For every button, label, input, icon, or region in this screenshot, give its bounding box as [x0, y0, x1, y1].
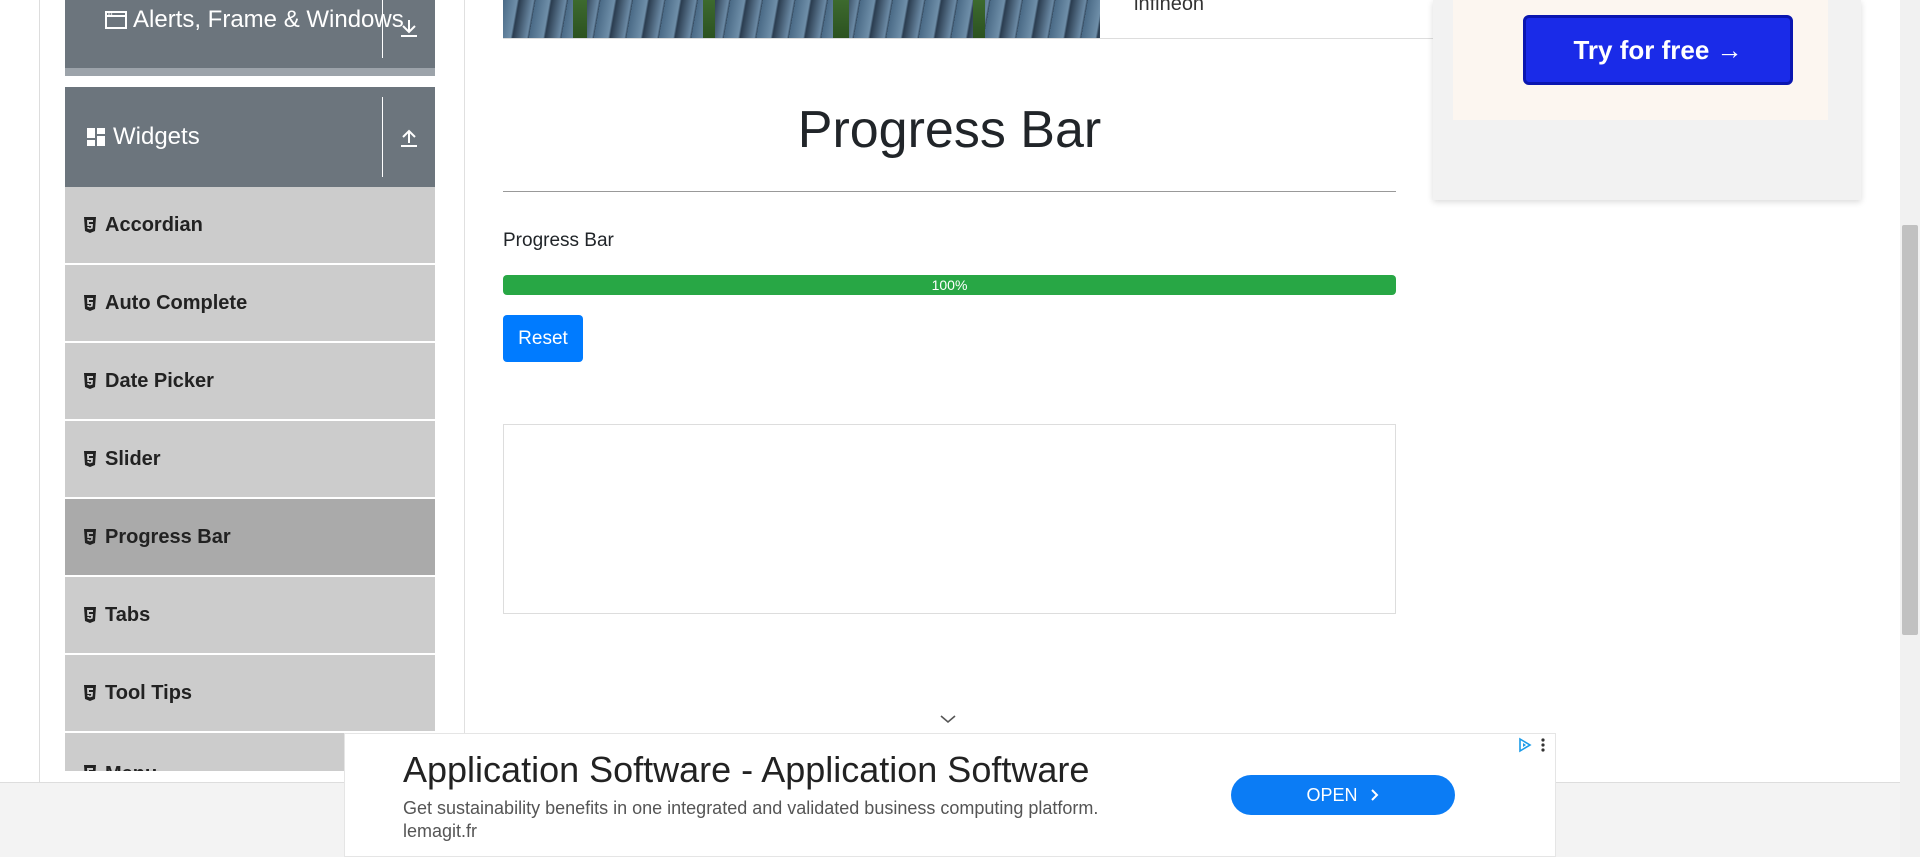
grass-strip	[833, 0, 849, 38]
chevron-down-icon[interactable]	[938, 712, 958, 726]
right-ad[interactable]: Try for free →	[1433, 0, 1861, 200]
html5-icon	[83, 295, 97, 311]
solar-panels-image	[503, 0, 1100, 38]
ad-description: Get sustainability benefits in one integ…	[403, 798, 1099, 818]
sidebar-item-accordian[interactable]: Accordian	[65, 187, 435, 265]
html5-icon	[83, 529, 97, 545]
ad-domain: lemagit.fr	[403, 821, 478, 841]
more-options-icon[interactable]	[1540, 737, 1546, 753]
sidebar-item-label: Tool Tips	[105, 681, 193, 704]
download-arrow-icon[interactable]	[391, 10, 427, 46]
sidebar-item-progress-bar[interactable]: Progress Bar	[65, 499, 435, 577]
window-icon	[105, 9, 127, 31]
group-label: Widgets	[113, 123, 200, 150]
sidebar-item-label: Tabs	[105, 603, 151, 626]
html5-icon	[83, 217, 97, 233]
widgets-icon	[85, 126, 107, 148]
upload-arrow-icon[interactable]	[391, 119, 427, 155]
widgets-menu: Accordian Auto Complete Date Picker Slid…	[65, 187, 435, 773]
top-banner-ad[interactable]: infineon	[503, 0, 1433, 39]
reset-button[interactable]: Reset	[503, 315, 583, 362]
html5-icon	[83, 607, 97, 623]
ad-headline[interactable]: Application Software - Application Softw…	[403, 749, 1089, 791]
empty-ad-frame	[503, 424, 1396, 614]
group-alerts-frame-windows[interactable]: Alerts, Frame & Windows	[65, 0, 435, 76]
chevron-right-icon	[1370, 789, 1378, 801]
banner-brand-text: infineon	[1134, 0, 1205, 15]
sidebar-item-label: Menu	[105, 763, 157, 771]
title-divider	[503, 191, 1396, 192]
sidebar-item-tabs[interactable]: Tabs	[65, 577, 435, 655]
group-label: Alerts, Frame & Windows	[133, 6, 404, 33]
bottom-ad-banner[interactable]: Application Software - Application Softw…	[344, 733, 1556, 857]
progress-bar: 100%	[503, 275, 1396, 295]
adchoices-icon[interactable]	[1517, 737, 1533, 753]
group-separator	[382, 97, 383, 177]
grass-strip	[973, 0, 985, 38]
page: Alerts, Frame & Windows Widgets Accordia…	[0, 0, 1920, 857]
html5-icon	[83, 451, 97, 467]
sidebar-item-label: Auto Complete	[105, 291, 248, 314]
page-title: Progress Bar	[797, 101, 1102, 159]
left-edge-divider	[39, 0, 40, 783]
html5-icon	[83, 765, 97, 771]
group-separator	[382, 0, 383, 58]
group-widgets[interactable]: Widgets	[65, 87, 435, 187]
progress-bar-label: Progress Bar	[503, 230, 614, 251]
sidebar-item-auto-complete[interactable]: Auto Complete	[65, 265, 435, 343]
sidebar-item-label: Accordian	[105, 213, 203, 236]
html5-icon	[83, 373, 97, 389]
scrollbar-thumb[interactable]	[1902, 225, 1918, 635]
sidebar-item-label: Date Picker	[105, 369, 214, 392]
sidebar-item-slider[interactable]: Slider	[65, 421, 435, 499]
grass-strip	[573, 0, 587, 38]
sidebar-item-tool-tips[interactable]: Tool Tips	[65, 655, 435, 733]
open-button[interactable]: OPEN	[1231, 775, 1455, 815]
right-ad-panel: Try for free →	[1453, 0, 1828, 120]
open-button-label: OPEN	[1306, 784, 1358, 805]
try-for-free-button[interactable]: Try for free →	[1523, 15, 1793, 85]
sidebar-item-label: Slider	[105, 447, 161, 470]
grass-strip	[703, 0, 715, 38]
sidebar-item-label: Progress Bar	[105, 525, 231, 548]
html5-icon	[83, 685, 97, 701]
progress-bar-fill: 100%	[503, 275, 1396, 295]
sidebar-divider	[464, 0, 465, 783]
sidebar-item-date-picker[interactable]: Date Picker	[65, 343, 435, 421]
group-alerts-label-wrap: Alerts, Frame & Windows	[85, 6, 404, 34]
